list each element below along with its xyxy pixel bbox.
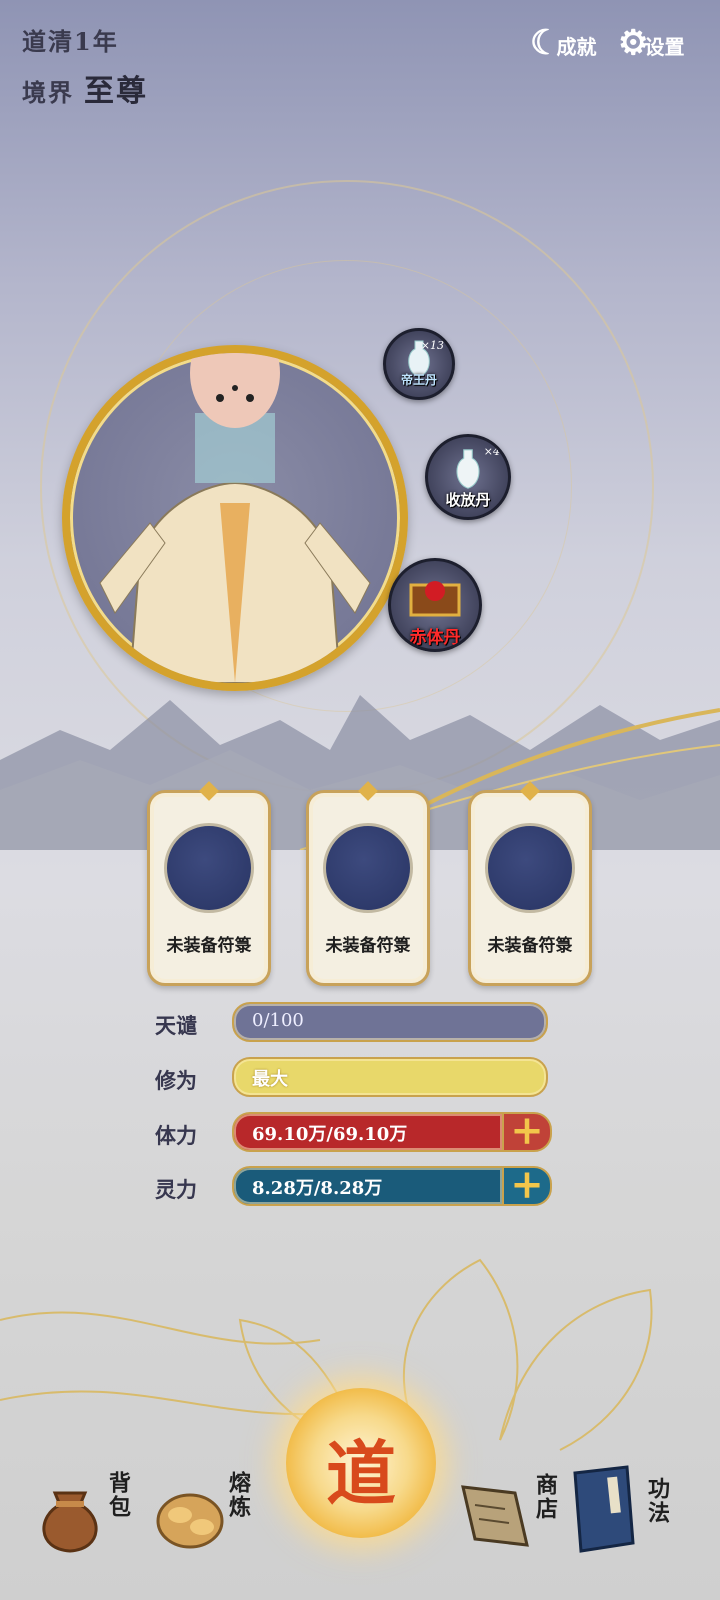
pill-count: ×4	[483, 445, 500, 458]
spirit-label: 灵力	[155, 1177, 197, 1202]
pill-name: 收放丹	[445, 491, 491, 509]
pill-count: ×13	[420, 339, 444, 352]
cultivation-value: 最大	[252, 1069, 288, 1090]
dao-glyph: 道	[326, 1432, 396, 1515]
talisman-label: 未装备符箓	[166, 936, 252, 956]
spirit-plus-button[interactable]: +	[502, 1165, 552, 1206]
treasure-chest-icon	[409, 581, 461, 617]
settings-button[interactable]: ⚙ 设置	[618, 10, 684, 60]
pill-slot-1[interactable]: ×13 帝王丹	[383, 328, 455, 400]
talisman-label: 未装备符箓	[325, 936, 411, 956]
spirit-bar: 8.28万/8.28万	[232, 1166, 504, 1206]
pill-name: 赤体丹	[409, 628, 461, 648]
map-scroll-icon	[461, 1485, 529, 1547]
achievement-button[interactable]: ☾ 成就	[530, 10, 596, 60]
stamina-plus-button[interactable]: +	[502, 1111, 552, 1152]
realm-value: 至尊	[84, 74, 148, 109]
nav-shop-label: 商店	[532, 1473, 558, 1521]
heaven-wrath-bar: 0/100	[232, 1002, 548, 1042]
cultivation-year: 道清1年	[22, 27, 119, 56]
pill-slot-3[interactable]: 赤体丹	[388, 558, 482, 652]
nav-bag[interactable]: 背包	[30, 1455, 140, 1565]
heaven-wrath-label: 天谴	[155, 1013, 197, 1038]
spirit-value: 8.28万/8.28万	[252, 1178, 383, 1199]
talisman-slot-1[interactable]: 未装备符箓	[147, 781, 271, 986]
ingots-icon	[156, 1493, 224, 1549]
talisman-empty-slot	[164, 823, 254, 913]
realm-row: 境界 至尊	[22, 66, 148, 110]
cultivation-label: 修为	[155, 1068, 197, 1093]
nav-shop[interactable]: 商店	[455, 1455, 565, 1565]
stamina-label: 体力	[155, 1123, 197, 1148]
nav-smelt[interactable]: 熔炼	[150, 1455, 260, 1565]
talisman-slot-3[interactable]: 未装备符箓	[468, 781, 592, 986]
nav-skills-label: 功法	[644, 1477, 670, 1525]
nav-smelt-label: 熔炼	[225, 1471, 251, 1519]
achievement-label: 成就	[556, 35, 597, 59]
settings-label: 设置	[644, 35, 685, 59]
bottle-icon	[456, 449, 480, 489]
nav-bag-label: 背包	[105, 1471, 131, 1519]
nav-skills[interactable]: 功法	[565, 1455, 685, 1565]
talisman-slot-2[interactable]: 未装备符箓	[306, 781, 430, 986]
stamina-value: 69.10万/69.10万	[252, 1124, 408, 1145]
pill-name: 帝王丹	[400, 373, 437, 387]
pill-slot-2[interactable]: ×4 收放丹	[425, 434, 511, 520]
stamina-bar: 69.10万/69.10万	[232, 1112, 504, 1152]
book-icon	[573, 1465, 635, 1553]
talisman-empty-slot	[323, 823, 413, 913]
cultivation-bar: 最大	[232, 1057, 548, 1097]
heaven-wrath-value: 0/100	[252, 1010, 304, 1031]
character-portrait[interactable]	[62, 345, 408, 691]
talisman-label: 未装备符箓	[487, 936, 573, 956]
talisman-empty-slot	[485, 823, 575, 913]
dao-center-button[interactable]: 道	[286, 1388, 436, 1538]
bag-icon	[42, 1491, 98, 1553]
realm-label: 境界	[22, 78, 74, 107]
character-figure	[99, 353, 371, 683]
